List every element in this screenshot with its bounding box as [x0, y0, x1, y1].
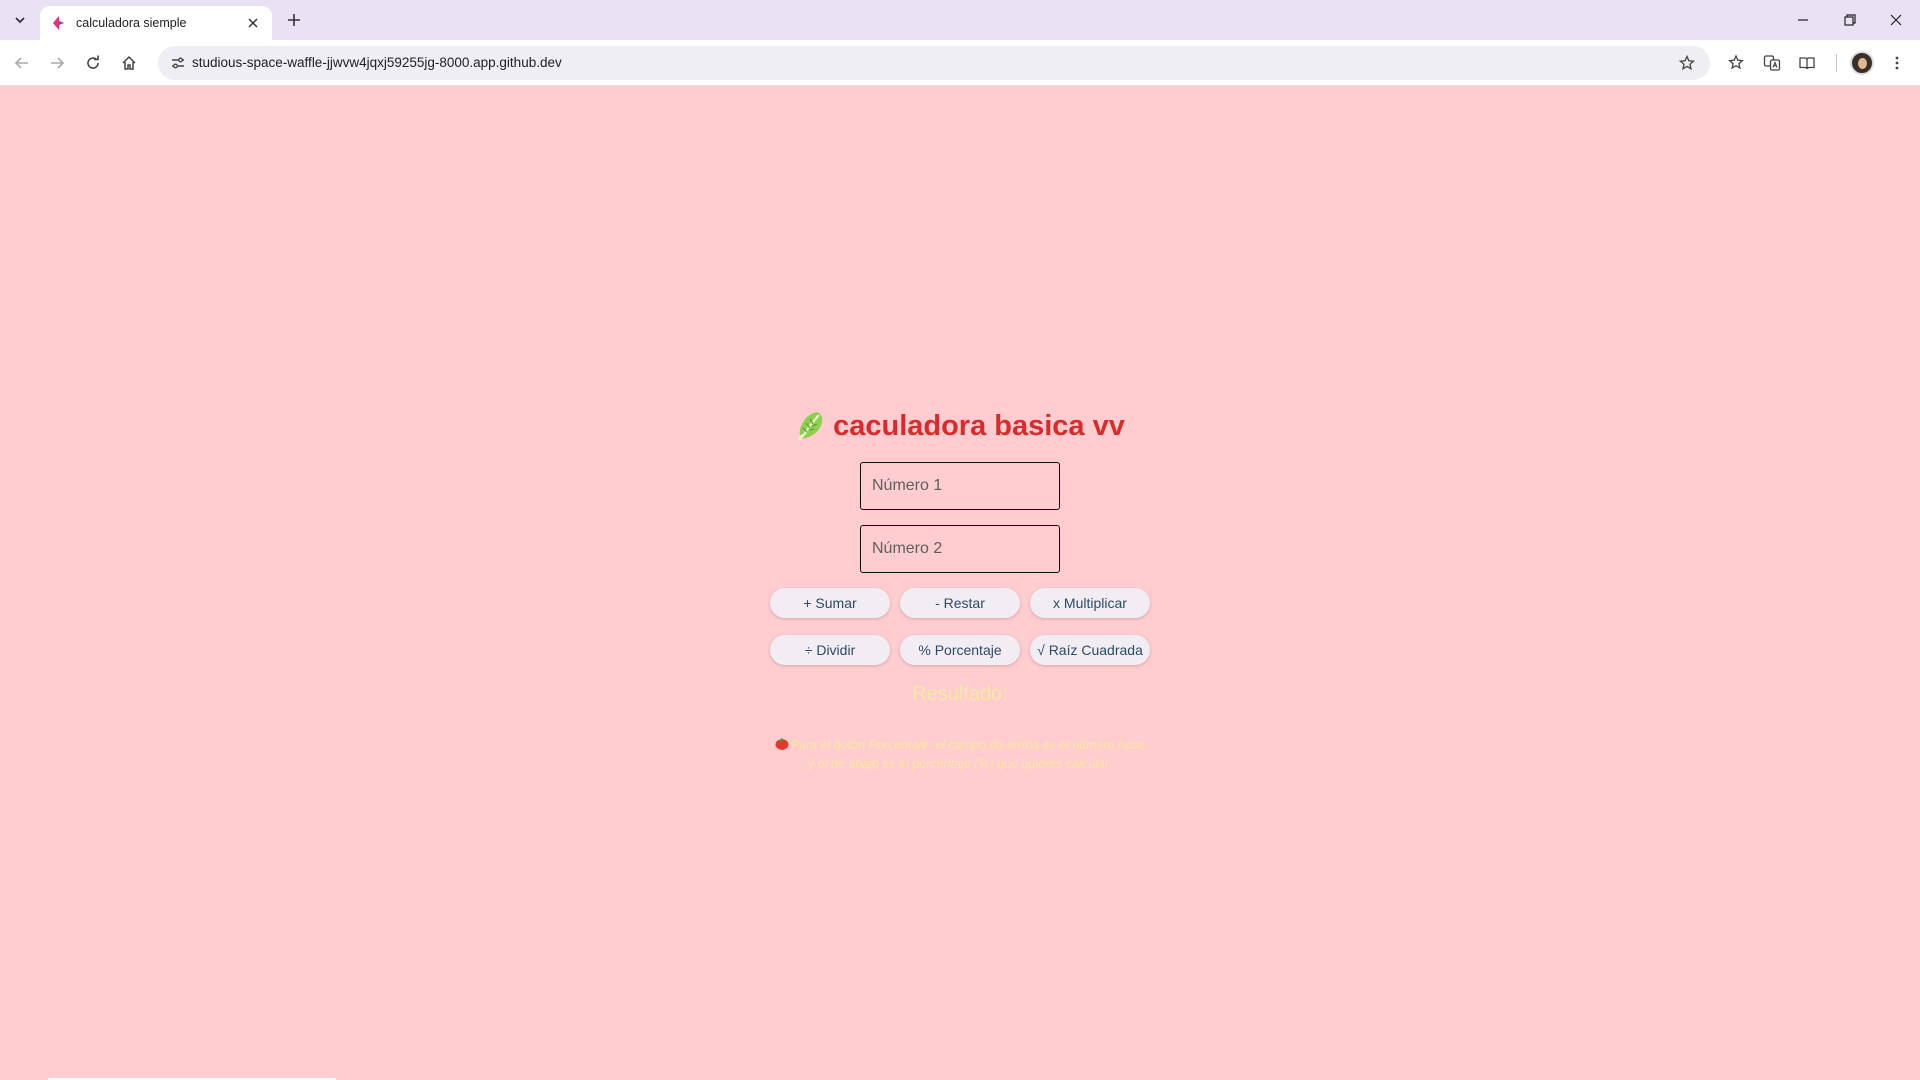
star-icon[interactable]	[1676, 52, 1698, 74]
tune-icon[interactable]	[166, 51, 190, 75]
close-icon[interactable]	[1873, 4, 1919, 36]
percentage-hint-text: Para el botón Porcentaje: el campo de ar…	[790, 738, 1146, 771]
browser-tab[interactable]: calculadora siemple	[40, 6, 272, 40]
plus-icon[interactable]	[282, 8, 306, 32]
star-list-icon[interactable]	[1722, 49, 1750, 77]
close-icon[interactable]	[244, 14, 262, 32]
bird-logo-icon	[50, 15, 66, 31]
toolbar-divider	[1836, 54, 1837, 72]
page-content: caculadora basica vv + Sumar - Restar x …	[0, 86, 1920, 1080]
book-icon[interactable]	[1793, 49, 1821, 77]
operations-row-1: + Sumar - Restar x Multiplicar	[770, 588, 1150, 618]
tab-strip: calculadora siemple	[0, 0, 1920, 40]
minimize-icon[interactable]	[1780, 4, 1826, 36]
number-2-input[interactable]	[860, 525, 1060, 573]
title-row: caculadora basica vv	[795, 404, 1125, 448]
calculator: caculadora basica vv + Sumar - Restar x …	[760, 404, 1160, 774]
tab-title: calculadora siemple	[76, 16, 187, 30]
subtract-button[interactable]: - Restar	[900, 588, 1020, 618]
address-bar[interactable]: studious-space-waffle-jjwvw4jqxj59255jg-…	[158, 46, 1710, 80]
reload-icon[interactable]	[79, 49, 107, 77]
kebab-menu-icon[interactable]	[1883, 49, 1911, 77]
restore-icon[interactable]	[1827, 4, 1873, 36]
percentage-hint: Para el botón Porcentaje: el campo de ar…	[770, 736, 1150, 774]
operations-row-2: ÷ Dividir % Porcentaje √ Raíz Cuadrada	[770, 635, 1150, 665]
avatar[interactable]	[1850, 51, 1874, 75]
chevron-down-icon[interactable]	[8, 8, 32, 32]
percentage-button[interactable]: % Porcentaje	[900, 635, 1020, 665]
arrow-right-icon[interactable]	[43, 49, 71, 77]
url-text[interactable]: studious-space-waffle-jjwvw4jqxj59255jg-…	[192, 55, 562, 70]
tomato-icon	[775, 737, 789, 750]
home-icon[interactable]	[115, 49, 143, 77]
translate-icon[interactable]	[1758, 49, 1786, 77]
arrow-left-icon[interactable]	[8, 49, 36, 77]
number-1-input[interactable]	[860, 462, 1060, 510]
result-label: Resultado:	[912, 683, 1008, 705]
multiply-button[interactable]: x Multiplicar	[1030, 588, 1150, 618]
page-title: caculadora basica vv	[833, 409, 1125, 442]
add-button[interactable]: + Sumar	[770, 588, 890, 618]
square-root-button[interactable]: √ Raíz Cuadrada	[1030, 635, 1150, 665]
divide-button[interactable]: ÷ Dividir	[770, 635, 890, 665]
lettuce-icon	[795, 410, 825, 442]
browser-toolbar: studious-space-waffle-jjwvw4jqxj59255jg-…	[0, 40, 1920, 86]
